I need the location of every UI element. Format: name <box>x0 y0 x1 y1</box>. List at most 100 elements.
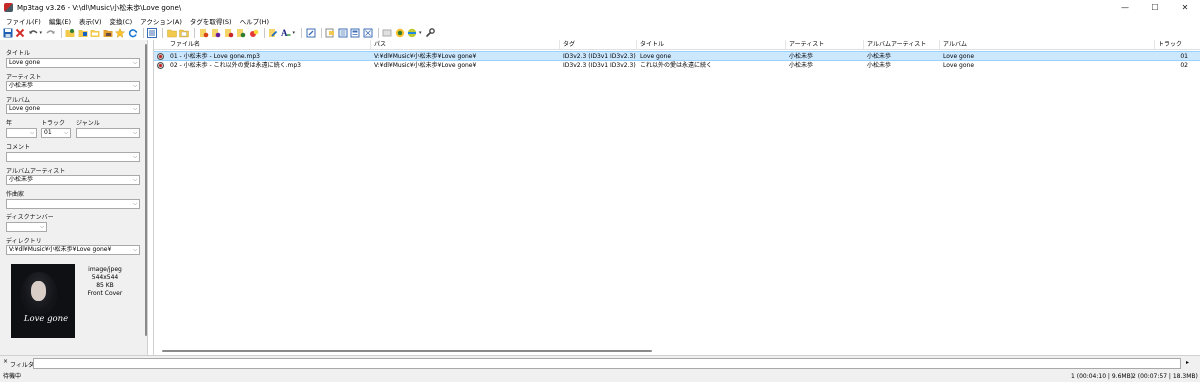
title-combo[interactable]: Love gone ⌵ <box>6 58 140 68</box>
add-directory-icon[interactable] <box>77 27 88 38</box>
chevron-down-icon[interactable]: ⌵ <box>133 153 137 161</box>
chevron-down-icon[interactable]: ⌵ <box>133 246 137 254</box>
chevron-down-icon[interactable]: ⌵ <box>133 82 137 90</box>
svg-text:A: A <box>281 28 288 38</box>
genre-combo[interactable]: ⌵ <box>76 128 140 138</box>
undo-dropdown-icon[interactable]: ▾ <box>40 30 43 36</box>
album-combo[interactable]: Love gone ⌵ <box>6 104 140 114</box>
album-artist-combo[interactable]: 小松未歩 ⌵ <box>6 175 140 185</box>
discogs-icon[interactable] <box>394 27 405 38</box>
filename-to-tag-icon[interactable] <box>211 27 222 38</box>
column-album-artist[interactable]: アルバムアーティスト <box>864 40 940 50</box>
table-row[interactable]: 01 - 小松未歩 - Love gone.mp3 V:¥dl¥Music¥小松… <box>154 51 1200 61</box>
chevron-down-icon[interactable]: ⌵ <box>40 223 44 231</box>
scrollbar-thumb[interactable] <box>145 44 147 336</box>
musicbrainz-icon[interactable] <box>382 27 393 38</box>
track-value: 01 <box>44 129 52 136</box>
format-dropdown-icon[interactable]: ▾ <box>293 30 296 36</box>
chevron-down-icon[interactable]: ⌵ <box>133 200 137 208</box>
column-path[interactable]: パス <box>371 40 560 50</box>
toolbar-separator <box>263 27 265 38</box>
web-source-icon[interactable] <box>350 27 361 38</box>
chevron-down-icon[interactable]: ⌵ <box>133 105 137 113</box>
folder-open-icon[interactable] <box>179 27 190 38</box>
menu-edit[interactable]: 編集(E) <box>45 16 75 26</box>
column-album[interactable]: アルバム <box>940 40 1155 50</box>
star-icon[interactable] <box>115 27 126 38</box>
column-artist[interactable]: アーティスト <box>786 40 864 50</box>
tag-sources-icon[interactable] <box>337 27 348 38</box>
filter-apply-button[interactable]: ▸ <box>1186 359 1189 366</box>
window-controls: — ☐ ✕ <box>1110 0 1200 15</box>
maximize-button[interactable]: ☐ <box>1140 0 1170 15</box>
column-filename[interactable]: ファイル名 <box>167 40 371 50</box>
toolbar-separator <box>142 27 144 38</box>
minimize-button[interactable]: — <box>1110 0 1140 15</box>
tools-icon[interactable] <box>425 27 436 38</box>
table-row[interactable]: 02 - 小松未歩 - これ以外の愛は永遠に続く.mp3 V:¥dl¥Music… <box>154 61 1200 71</box>
folder-icon[interactable] <box>166 27 177 38</box>
cell-album: Love gone <box>943 62 975 69</box>
column-tag[interactable]: タグ <box>560 40 637 50</box>
year-combo[interactable]: ⌵ <box>6 128 37 138</box>
chevron-down-icon[interactable]: ⌵ <box>133 59 137 67</box>
chevron-down-icon[interactable]: ⌵ <box>64 129 68 137</box>
directory-label: ディレクトリ <box>6 238 42 245</box>
favorites-icon[interactable] <box>102 27 113 38</box>
disc-number-combo[interactable]: ⌵ <box>6 222 47 232</box>
tag-to-filename-icon[interactable] <box>198 27 209 38</box>
album-label: アルバム <box>6 97 30 104</box>
cover-mime: image/jpeg <box>88 266 122 273</box>
cell-filename: 02 - 小松未歩 - これ以外の愛は永遠に続く.mp3 <box>170 62 301 69</box>
filter-input[interactable] <box>33 358 1181 369</box>
redo-icon[interactable] <box>45 27 56 38</box>
column-track[interactable]: トラック <box>1155 40 1200 50</box>
convert-icon[interactable] <box>362 27 373 38</box>
cell-album-artist: 小松未歩 <box>867 62 892 69</box>
export-icon[interactable] <box>305 27 316 38</box>
filter-close-button[interactable]: × <box>3 358 8 365</box>
track-label: トラック <box>41 120 66 127</box>
list-view-icon[interactable] <box>147 27 158 38</box>
text-file-icon[interactable] <box>236 27 247 38</box>
directory-combo[interactable]: V:¥dl¥Music¥小松未歩¥Love gone¥ ⌵ <box>6 245 140 255</box>
menu-view[interactable]: 表示(V) <box>75 16 106 26</box>
comment-combo[interactable]: ⌵ <box>6 152 140 162</box>
genre-label: ジャンル <box>76 120 100 127</box>
close-button[interactable]: ✕ <box>1170 0 1200 15</box>
menu-actions[interactable]: アクション(A) <box>136 16 186 26</box>
format-icon[interactable]: A <box>280 27 291 38</box>
playlist-icon[interactable] <box>325 27 336 38</box>
app-window: Mp3tag v3.26 - V:\dl\Music\小松未歩\Love gon… <box>0 0 1200 382</box>
chevron-down-icon[interactable]: ⌵ <box>30 129 34 137</box>
scrollbar-thumb[interactable] <box>162 350 652 352</box>
tag-panel-scrollbar[interactable] <box>144 40 148 340</box>
web-sources-dropdown-icon[interactable]: ▾ <box>419 30 422 36</box>
menu-file[interactable]: ファイル(F) <box>2 16 45 26</box>
cover-face <box>31 281 46 301</box>
toolbar-separator <box>377 27 379 38</box>
actions-icon[interactable] <box>248 27 259 38</box>
freedb-icon[interactable] <box>407 27 418 38</box>
cell-title: これ以外の愛は永遠に続く <box>640 62 713 69</box>
track-combo[interactable]: 01 ⌵ <box>41 128 71 138</box>
album-value: Love gone <box>9 105 41 112</box>
quick-action-icon[interactable] <box>268 27 279 38</box>
menu-convert[interactable]: 変換(C) <box>106 16 137 26</box>
comment-label: コメント <box>6 144 31 151</box>
chevron-down-icon[interactable]: ⌵ <box>133 129 137 137</box>
menu-help[interactable]: ヘルプ(H) <box>236 16 273 26</box>
favorite-folder-icon[interactable] <box>90 27 101 38</box>
menu-tag-sources[interactable]: タグを取得(S) <box>186 16 236 26</box>
column-title[interactable]: タイトル <box>637 40 786 50</box>
undo-icon[interactable] <box>27 27 38 38</box>
tag-to-tag-icon[interactable] <box>223 27 234 38</box>
cover-art[interactable]: Love gone <box>11 264 75 338</box>
artist-combo[interactable]: 小松未歩 ⌵ <box>6 81 140 91</box>
chevron-down-icon[interactable]: ⌵ <box>133 176 137 184</box>
composer-combo[interactable]: ⌵ <box>6 199 140 209</box>
refresh-icon[interactable] <box>127 27 138 38</box>
change-directory-icon[interactable] <box>65 27 76 38</box>
save-icon[interactable] <box>2 27 13 38</box>
remove-tag-icon[interactable] <box>15 27 26 38</box>
